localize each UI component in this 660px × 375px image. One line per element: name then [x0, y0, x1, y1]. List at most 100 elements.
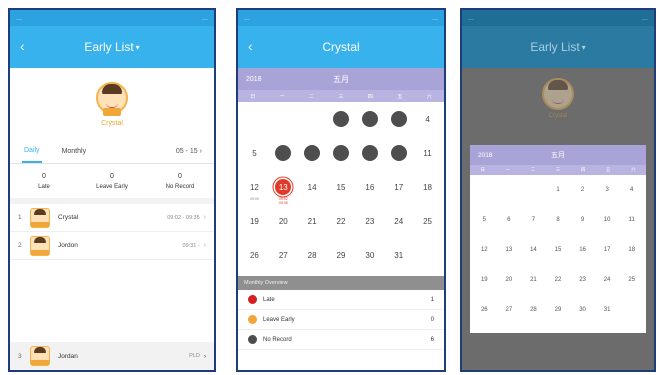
picker-day-22[interactable]: 22 [550, 272, 566, 288]
picker-day-23[interactable]: 23 [575, 272, 591, 288]
calendar-day-5[interactable]: 5 [246, 145, 262, 161]
picker-day-5[interactable]: 5 [476, 212, 492, 228]
picker-day-28[interactable]: 28 [525, 302, 541, 318]
picker-day-24[interactable]: 24 [599, 272, 615, 288]
picker-day-8[interactable]: 8 [550, 212, 566, 228]
calendar-day-11[interactable]: 11 [420, 145, 436, 161]
employee-name: Jordan [58, 352, 78, 360]
picker-day-16[interactable]: 16 [575, 242, 591, 258]
row-index: 3 [18, 352, 22, 360]
picker-day-7[interactable]: 7 [525, 212, 541, 228]
calendar-day-3[interactable]: 3 [390, 111, 407, 127]
picker-day-30[interactable]: 30 [575, 302, 591, 318]
day-number: 25 [423, 216, 433, 226]
back-arrow-icon[interactable]: ‹ [248, 38, 253, 54]
picker-day-4[interactable]: 4 [624, 182, 640, 198]
app-bar: Early List ▾ [462, 26, 654, 68]
calendar-day-16[interactable]: 16 [362, 179, 378, 195]
back-arrow-icon[interactable]: ‹ [20, 38, 25, 54]
calendar-day-2[interactable]: 2 [361, 111, 378, 127]
calendar-day-29[interactable]: 29 [333, 247, 349, 263]
picker-day-1[interactable]: 1 [550, 182, 566, 198]
picker-day-27[interactable]: 27 [501, 302, 517, 318]
calendar-day-19[interactable]: 19 [246, 213, 262, 229]
stat-row[interactable]: No Record 6 [238, 330, 444, 350]
calendar-day-17[interactable]: 17 [391, 179, 407, 195]
tab-daily[interactable]: Daily [22, 140, 42, 163]
calendar-day-1[interactable]: 1 [332, 111, 349, 127]
chevron-right-icon: › [203, 352, 206, 360]
summary-no-record[interactable]: 0 No Record [146, 164, 214, 198]
calendar-day-6[interactable]: 6 [275, 145, 292, 161]
weekday-label: 一 [279, 93, 285, 100]
stat-row[interactable]: Leave Early 0 [238, 310, 444, 330]
calendar-day-28[interactable]: 28 [304, 247, 320, 263]
calendar-day-20[interactable]: 20 [275, 213, 291, 229]
calendar-month[interactable]: 五月 [551, 150, 565, 160]
calendar-day-21[interactable]: 21 [304, 213, 320, 229]
date-range-selector[interactable]: 05 - 15 › [176, 148, 202, 155]
picker-day-11[interactable]: 11 [624, 212, 640, 228]
calendar-year[interactable]: 2018 [246, 76, 262, 83]
day-number: 29 [336, 250, 346, 260]
picker-day-2[interactable]: 2 [575, 182, 591, 198]
picker-day-17[interactable]: 17 [599, 242, 615, 258]
calendar-day-13[interactable]: 13 09:02 09:35 [275, 179, 292, 205]
calendar-day-12[interactable]: 12 09:00 [246, 179, 262, 202]
picker-day-6[interactable]: 6 [501, 212, 517, 228]
stats-list: Late 1 Leave Early 0 No Record 6 [238, 290, 444, 350]
calendar-day-10[interactable]: 10 [390, 145, 407, 161]
picker-day-29[interactable]: 29 [550, 302, 566, 318]
summary-leave-early[interactable]: 0 Leave Early [78, 164, 146, 198]
calendar-day-18[interactable]: 18 [420, 179, 436, 195]
calendar-day-27[interactable]: 27 [275, 247, 291, 263]
day-number: 31 [394, 250, 404, 260]
calendar-day-14[interactable]: 14 [304, 179, 320, 195]
picker-day-20[interactable]: 20 [501, 272, 517, 288]
picker-day-26[interactable]: 26 [476, 302, 492, 318]
calendar-day-15[interactable]: 15 [333, 179, 349, 195]
calendar-day-4[interactable]: 4 [420, 111, 436, 127]
stat-label: Leave Early [263, 316, 295, 323]
calendar-day-31[interactable]: 31 [391, 247, 407, 263]
calendar-day-24[interactable]: 24 [391, 213, 407, 229]
calendar-day-9[interactable]: 9 [361, 145, 378, 161]
picker-day-9[interactable]: 9 [575, 212, 591, 228]
tab-monthly[interactable]: Monthly [60, 141, 89, 162]
page-title[interactable]: Early List [84, 40, 133, 54]
calendar-month[interactable]: 五月 [333, 74, 349, 85]
list-item[interactable]: 1 Crystal 09:02 - 09:35 › [10, 204, 214, 232]
calendar-day-26[interactable]: 26 [246, 247, 262, 263]
calendar-day-23[interactable]: 23 [362, 213, 378, 229]
picker-day-12[interactable]: 12 [476, 242, 492, 258]
calendar-day-7[interactable]: 7 [304, 145, 321, 161]
picker-day-19[interactable]: 19 [476, 272, 492, 288]
picker-day-13[interactable]: 13 [501, 242, 517, 258]
picker-day-25[interactable]: 25 [624, 272, 640, 288]
day-number: 8 [338, 148, 344, 158]
calendar-empty-cell [304, 111, 320, 127]
page-title: Crystal [322, 40, 360, 54]
stat-row[interactable]: Late 1 [238, 290, 444, 310]
picker-day-21[interactable]: 21 [525, 272, 541, 288]
picker-day-10[interactable]: 10 [599, 212, 615, 228]
status-bar: … … [462, 10, 654, 26]
list-item[interactable]: 2 Jordon 09:31 - › [10, 232, 214, 260]
picker-empty-cell [501, 182, 517, 198]
picker-day-18[interactable]: 18 [624, 242, 640, 258]
calendar-year[interactable]: 2018 [478, 152, 492, 159]
chevron-right-icon: › [203, 214, 206, 221]
picker-day-31[interactable]: 31 [599, 302, 615, 318]
calendar-day-22[interactable]: 22 [333, 213, 349, 229]
picker-day-14[interactable]: 14 [525, 242, 541, 258]
summary-late[interactable]: 0 Late [10, 164, 78, 198]
calendar-day-25[interactable]: 25 [420, 213, 436, 229]
chevron-down-icon[interactable]: ▾ [136, 43, 140, 52]
calendar-day-8[interactable]: 8 [332, 145, 349, 161]
calendar-day-30[interactable]: 30 [362, 247, 378, 263]
day-punch-times: 09:00 [250, 197, 259, 201]
picker-day-3[interactable]: 3 [599, 182, 615, 198]
phone-date-picker: … … Early List ▾ Crystal 2018 五月 日一二三四五六… [460, 8, 656, 372]
list-item-highlighted[interactable]: 3 Jordan PLD › [10, 342, 214, 370]
picker-day-15[interactable]: 15 [550, 242, 566, 258]
